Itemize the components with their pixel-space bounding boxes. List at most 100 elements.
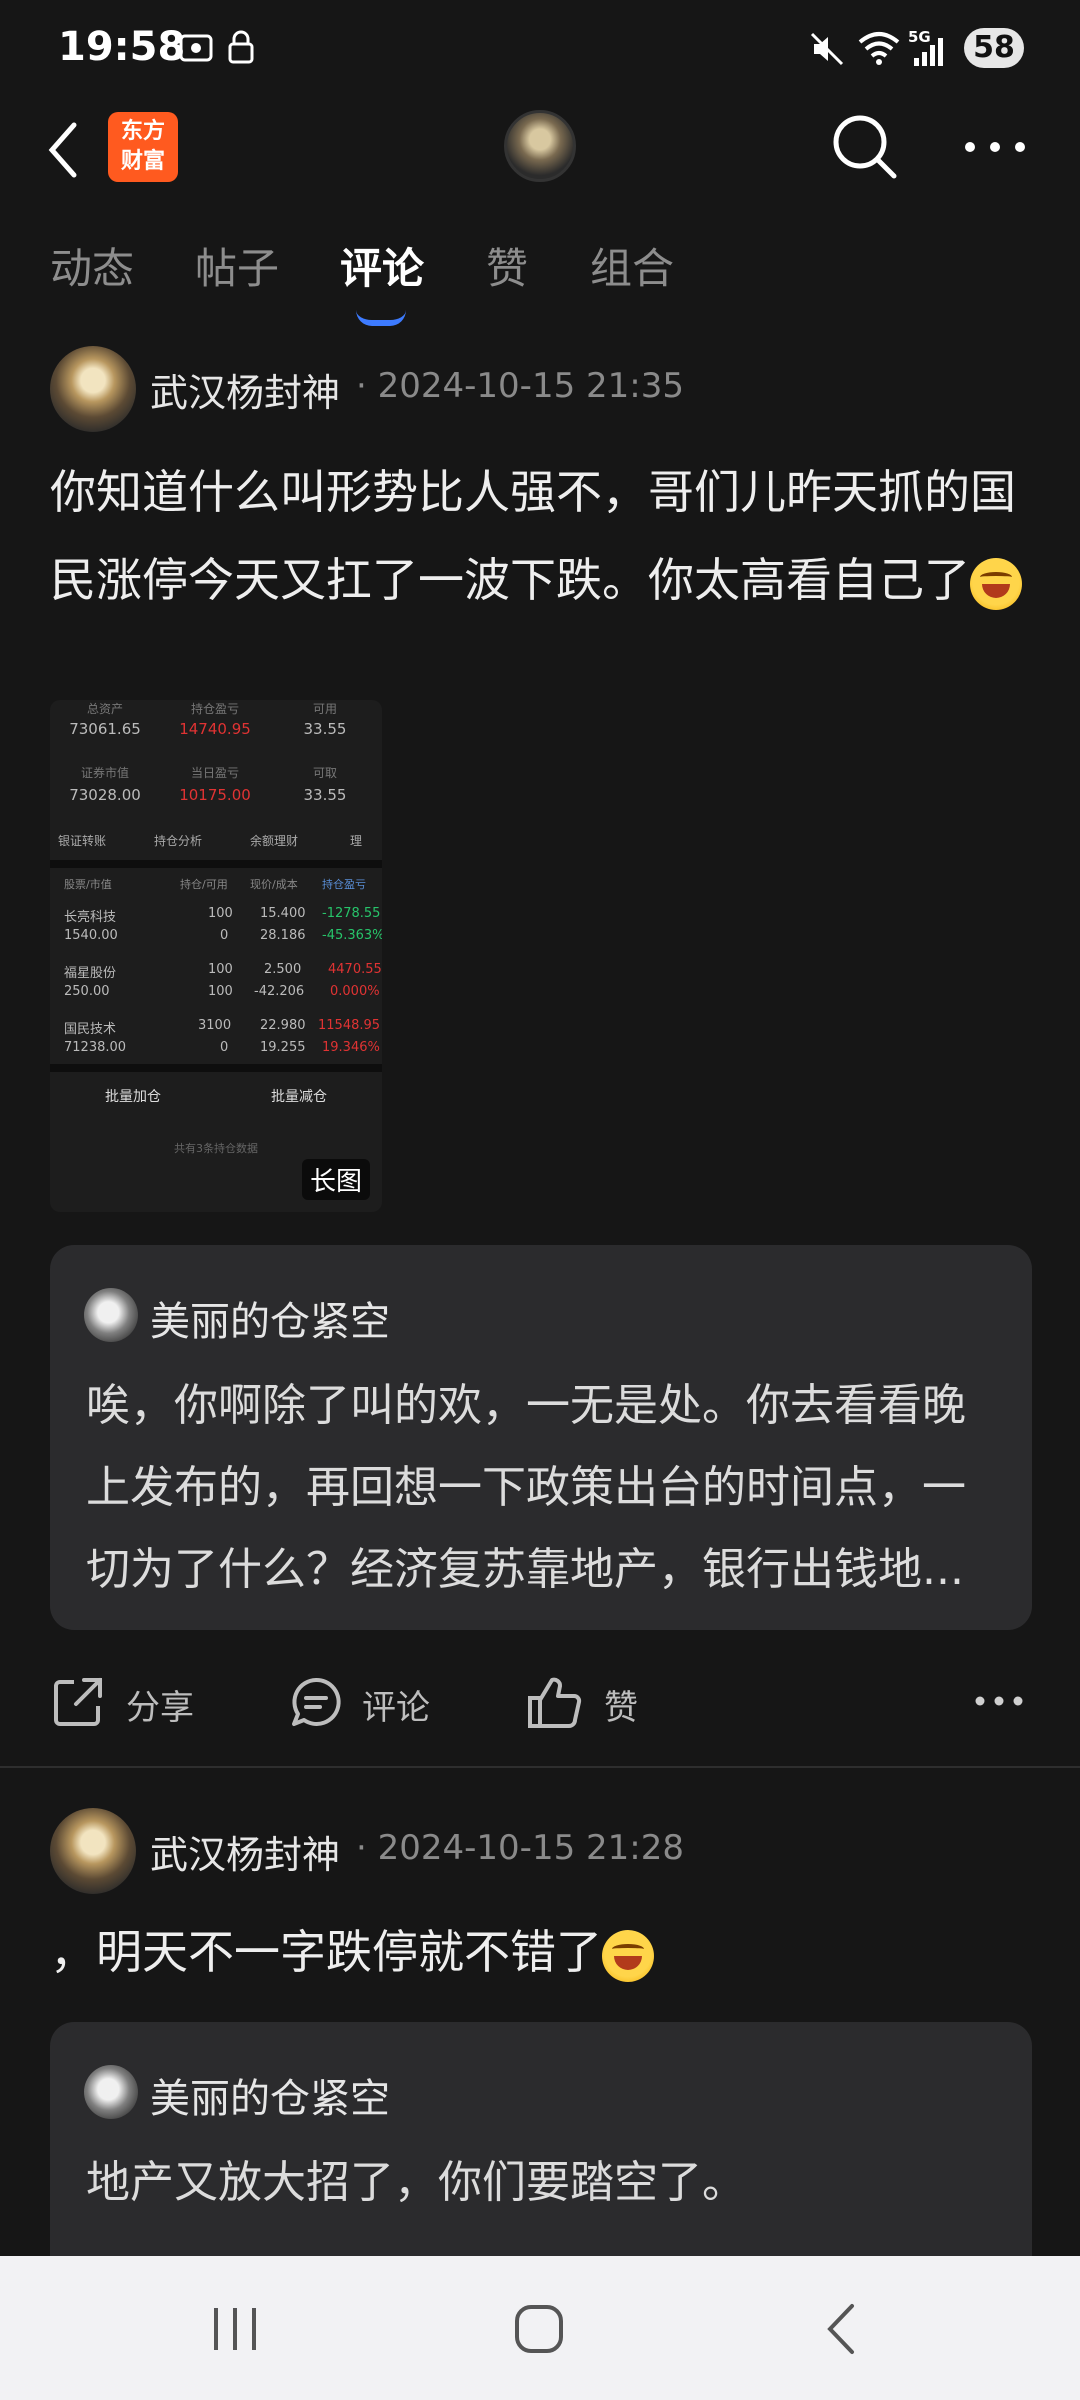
back-nav-icon[interactable]	[822, 2302, 862, 2356]
holding-pl: 4470.55	[328, 962, 382, 977]
summary-label: 当日盈亏	[190, 766, 239, 780]
tab-bar: 动态 帖子 评论 赞 组合	[0, 235, 1080, 315]
summary-label: 可取	[312, 766, 337, 780]
action-bar: 分享 评论 赞	[50, 1670, 1040, 1734]
logo-line2: 财富	[120, 149, 165, 174]
holding-qty: 100	[208, 906, 233, 921]
holding-name: 国民技术	[64, 1022, 117, 1037]
like-button[interactable]: 赞	[526, 1670, 656, 1734]
image-column-header: 持仓/可用	[180, 878, 228, 891]
system-nav-bar	[0, 2256, 1080, 2400]
thumbs-up-icon	[528, 1677, 582, 1728]
image-add-button: 批量加仓	[105, 1089, 161, 1105]
summary-value: 33.55	[303, 720, 347, 738]
quote-author-name[interactable]: 美丽的仓紧空	[150, 1289, 390, 1347]
post-text[interactable]: ，明天不一字跌停就不错了	[50, 1908, 1030, 1996]
holding-price: 2.500	[264, 962, 302, 977]
post-divider	[0, 1766, 1080, 1768]
quote-author-avatar[interactable]	[84, 2065, 138, 2119]
like-label: 赞	[604, 1688, 638, 1728]
tab-likes[interactable]: 赞	[486, 235, 528, 296]
quote-author-name[interactable]: 美丽的仓紧空	[150, 2066, 390, 2124]
holding-row: 长亮科技 1540.00 100 0 15.400 28.186 -1278.5…	[50, 900, 382, 954]
holding-pl-pct: -45.363%	[322, 928, 382, 943]
battery-indicator: 58	[964, 28, 1024, 68]
post-timestamp: · 2024-10-15 21:28	[356, 1828, 684, 1868]
holding-row: 国民技术 71238.00 3100 0 22.980 19.255 11548…	[50, 1012, 382, 1066]
app-logo[interactable]: 东方 财富	[108, 112, 178, 182]
image-menu-item: 持仓分析	[154, 834, 203, 848]
search-icon[interactable]	[830, 112, 900, 182]
holding-pl-pct: 0.000%	[330, 984, 380, 999]
quoted-comment[interactable]: 美丽的仓紧空 唉，你啊除了叫的欢，一无是处。你去看看晚上发布的，再回想一下政策出…	[50, 1245, 1032, 1630]
holding-qty: 100	[208, 962, 233, 977]
author-avatar[interactable]	[50, 1808, 136, 1894]
more-icon[interactable]	[960, 130, 1030, 164]
holding-cost: 19.255	[260, 1040, 306, 1055]
recent-apps-icon[interactable]	[210, 2304, 260, 2354]
tab-dynamics[interactable]: 动态	[50, 235, 134, 296]
summary-value: 73061.65	[69, 720, 141, 738]
share-button[interactable]: 分享	[50, 1670, 210, 1734]
holding-price: 15.400	[260, 906, 306, 921]
holding-price: 22.980	[260, 1018, 306, 1033]
summary-label: 证券市值	[80, 766, 129, 780]
holding-pl: -1278.55	[322, 906, 381, 921]
lock-icon	[228, 30, 254, 64]
home-icon[interactable]	[512, 2302, 566, 2356]
image-column-header: 现价/成本	[250, 878, 298, 891]
laughing-emoji-icon	[970, 557, 1022, 610]
image-separator	[50, 860, 382, 868]
holding-avail: 0	[220, 928, 229, 943]
comment-icon	[292, 1677, 341, 1726]
holding-cost: 28.186	[260, 928, 306, 943]
holding-row: 福星股份 250.00 100 100 2.500 -42.206 4470.5…	[50, 956, 382, 1010]
screenshot-icon	[179, 34, 213, 62]
summary-value: 33.55	[303, 786, 347, 804]
holding-avail: 100	[208, 984, 233, 999]
holding-name: 福星股份	[64, 966, 117, 981]
author-name[interactable]: 武汉杨封神	[150, 362, 340, 417]
holding-qty: 3100	[198, 1018, 232, 1033]
wifi-icon	[858, 32, 900, 65]
quote-text: 地产又放大招了，你们要踏空了。	[86, 2157, 746, 2208]
post-text-content: ，明天不一字跌停就不错了	[50, 1925, 602, 1979]
summary-value: 14740.95	[179, 720, 251, 738]
author-name[interactable]: 武汉杨封神	[150, 1824, 340, 1879]
share-label: 分享	[126, 1688, 194, 1728]
active-tab-indicator	[356, 310, 406, 326]
post-more-icon[interactable]	[974, 1688, 1024, 1714]
holding-pl: 11548.95	[318, 1018, 381, 1033]
signal-icon	[914, 38, 943, 66]
status-time: 19:58	[58, 24, 186, 70]
image-column-header: 股票/市值	[64, 878, 112, 891]
post-timestamp: · 2024-10-15 21:35	[356, 366, 684, 406]
author-avatar[interactable]	[50, 346, 136, 432]
post-text-content: 你知道什么叫形势比人强不，哥们儿昨天抓的国民涨停今天又扛了一波下跌。你太高看自己…	[50, 465, 1016, 607]
summary-label: 持仓盈亏	[190, 702, 239, 716]
quoted-comment[interactable]: 美丽的仓紧空 地产又放大招了，你们要踏空了。	[50, 2022, 1032, 2262]
status-bar: 19:58 5G 58	[0, 0, 1080, 100]
logo-line1: 东方	[120, 119, 165, 144]
back-button[interactable]	[40, 115, 90, 185]
post-image[interactable]: 总资产 持仓盈亏 可用 73061.65 14740.95 33.55 证券市值…	[50, 700, 382, 1212]
profile-avatar[interactable]	[504, 110, 576, 182]
comment-button[interactable]: 评论	[288, 1670, 438, 1734]
holding-name: 长亮科技	[64, 910, 117, 925]
share-icon	[54, 1678, 102, 1726]
long-image-tag: 长图	[301, 1159, 370, 1200]
summary-label: 可用	[312, 702, 337, 716]
image-column-header: 持仓盈亏	[322, 878, 366, 891]
quote-author-avatar[interactable]	[84, 1288, 138, 1342]
mute-icon	[810, 32, 844, 66]
tab-portfolio[interactable]: 组合	[590, 235, 674, 296]
summary-value: 10175.00	[179, 786, 251, 804]
image-footer: 共有3条持仓数据	[174, 1142, 258, 1155]
image-reduce-button: 批量减仓	[271, 1089, 327, 1105]
holding-avail: 0	[220, 1040, 229, 1055]
image-menu-item: 余额理财	[250, 834, 299, 848]
tab-posts[interactable]: 帖子	[195, 235, 279, 296]
tab-comments[interactable]: 评论	[340, 235, 424, 296]
holding-cost: -42.206	[254, 984, 305, 999]
post-text[interactable]: 你知道什么叫形势比人强不，哥们儿昨天抓的国民涨停今天又扛了一波下跌。你太高看自己…	[50, 448, 1030, 624]
